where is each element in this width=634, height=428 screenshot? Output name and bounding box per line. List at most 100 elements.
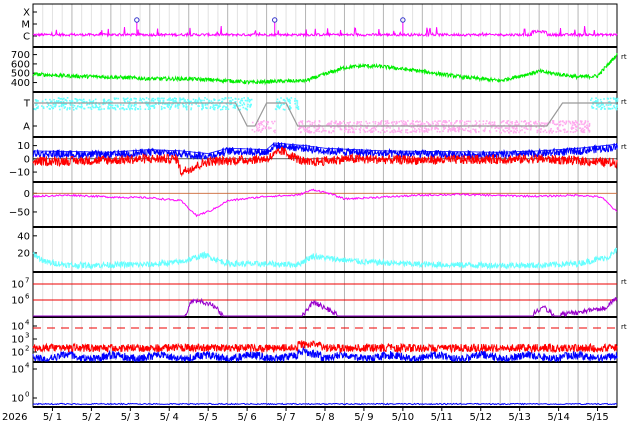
sector-dot bbox=[229, 100, 231, 102]
sector-dot bbox=[529, 120, 532, 123]
sector-dot bbox=[272, 122, 274, 125]
y-tick-text: T bbox=[23, 99, 31, 110]
sector-dot bbox=[423, 123, 426, 125]
sector-dot bbox=[44, 98, 47, 101]
sector-dot bbox=[423, 131, 426, 133]
sector-dot bbox=[615, 108, 618, 111]
sector-dot bbox=[322, 128, 325, 130]
sector-dot bbox=[562, 124, 564, 127]
sector-dot bbox=[450, 123, 453, 126]
sector-dot bbox=[420, 127, 423, 129]
sector-dot bbox=[283, 103, 285, 105]
sector-dot bbox=[308, 131, 311, 134]
sector-dot bbox=[66, 108, 68, 111]
sector-dot bbox=[342, 120, 345, 123]
sector-dot bbox=[294, 98, 296, 100]
sector-dot bbox=[177, 107, 179, 109]
sector-dot bbox=[223, 98, 225, 101]
sector-dot bbox=[227, 97, 230, 99]
sector-dot bbox=[537, 120, 540, 123]
sector-dot bbox=[213, 99, 216, 102]
sector-dot bbox=[46, 105, 49, 108]
sector-dot bbox=[320, 131, 323, 133]
sector-dot bbox=[94, 106, 97, 109]
sector-dot bbox=[160, 105, 163, 108]
y-tick-text: C bbox=[23, 32, 30, 43]
sector-dot bbox=[185, 108, 188, 111]
sector-dot bbox=[134, 108, 137, 111]
sector-dot bbox=[116, 105, 119, 108]
sector-dot bbox=[145, 97, 148, 99]
sector-dot bbox=[571, 128, 573, 130]
sector-dot bbox=[613, 105, 615, 107]
sector-dot bbox=[176, 105, 179, 107]
sector-dot bbox=[459, 120, 462, 123]
sector-dot bbox=[542, 130, 545, 133]
sector-dot bbox=[198, 105, 200, 107]
sector-dot bbox=[139, 108, 142, 110]
sector-dot bbox=[66, 107, 69, 109]
sector-dot bbox=[439, 120, 441, 122]
sector-dot bbox=[287, 99, 289, 101]
sector-dot bbox=[169, 106, 172, 109]
x-tick-label: 5/10 bbox=[392, 412, 414, 423]
sector-label-a: A bbox=[23, 122, 37, 133]
sector-dot bbox=[256, 128, 259, 130]
sector-dot bbox=[359, 131, 362, 134]
sector-dot bbox=[364, 131, 367, 133]
sector-dot bbox=[516, 129, 518, 132]
sector-dot bbox=[597, 98, 599, 101]
sector-dot bbox=[237, 98, 240, 100]
sector-dot bbox=[88, 103, 91, 105]
sector-dot bbox=[493, 121, 496, 123]
sector-dot bbox=[191, 103, 193, 106]
sector-dot bbox=[301, 123, 304, 125]
sector-dot bbox=[114, 108, 117, 111]
sector-dot bbox=[72, 104, 74, 106]
sector-dot bbox=[37, 105, 39, 108]
sector-dot bbox=[472, 128, 474, 131]
sector-dot bbox=[437, 122, 439, 125]
x-axis: 2026 5/ 1 5/ 2 5/ 3 5/ 4 5/ 5 5/ 6 5/ 7 5/ 8 5/ 9… bbox=[2, 406, 617, 423]
sector-dot bbox=[279, 106, 281, 108]
sector-dot bbox=[362, 128, 365, 131]
sector-dot bbox=[580, 120, 583, 123]
sector-dot bbox=[276, 98, 279, 101]
sector-dot bbox=[266, 123, 269, 125]
sector-dot bbox=[467, 126, 470, 129]
sector-dot bbox=[297, 108, 300, 110]
sector-dot bbox=[313, 131, 315, 134]
sector-dot bbox=[524, 123, 527, 126]
sector-dot bbox=[249, 106, 251, 108]
sector-dot bbox=[575, 121, 577, 124]
sector-dot bbox=[307, 130, 309, 132]
y-tick-exponent: 2 bbox=[25, 345, 29, 353]
sector-dot bbox=[61, 98, 64, 101]
sector-dot bbox=[296, 104, 299, 106]
sector-dot bbox=[609, 103, 612, 106]
sector-dot bbox=[135, 103, 137, 106]
sector-dot bbox=[557, 130, 560, 133]
sector-dot bbox=[508, 123, 510, 126]
sector-dot bbox=[146, 103, 149, 106]
sector-dot bbox=[212, 104, 215, 106]
sector-dot bbox=[219, 108, 222, 111]
sector-dot bbox=[198, 97, 200, 99]
sector-dot bbox=[324, 130, 327, 132]
sector-dot bbox=[74, 98, 77, 100]
sector-dot bbox=[583, 129, 586, 131]
sector-dot bbox=[188, 103, 190, 106]
sector-dot bbox=[374, 122, 377, 125]
sector-dot bbox=[508, 131, 510, 134]
sector-dot bbox=[400, 129, 403, 132]
sector-dot bbox=[270, 127, 272, 129]
sector-dot bbox=[613, 106, 616, 109]
sector-dot bbox=[302, 126, 305, 129]
sector-dot bbox=[524, 120, 527, 123]
sector-dot bbox=[174, 97, 176, 99]
sector-dot bbox=[83, 100, 86, 103]
sector-dot bbox=[572, 131, 575, 134]
sector-dot bbox=[425, 120, 428, 123]
sector-dot bbox=[157, 99, 159, 102]
sector-dot bbox=[599, 98, 602, 101]
